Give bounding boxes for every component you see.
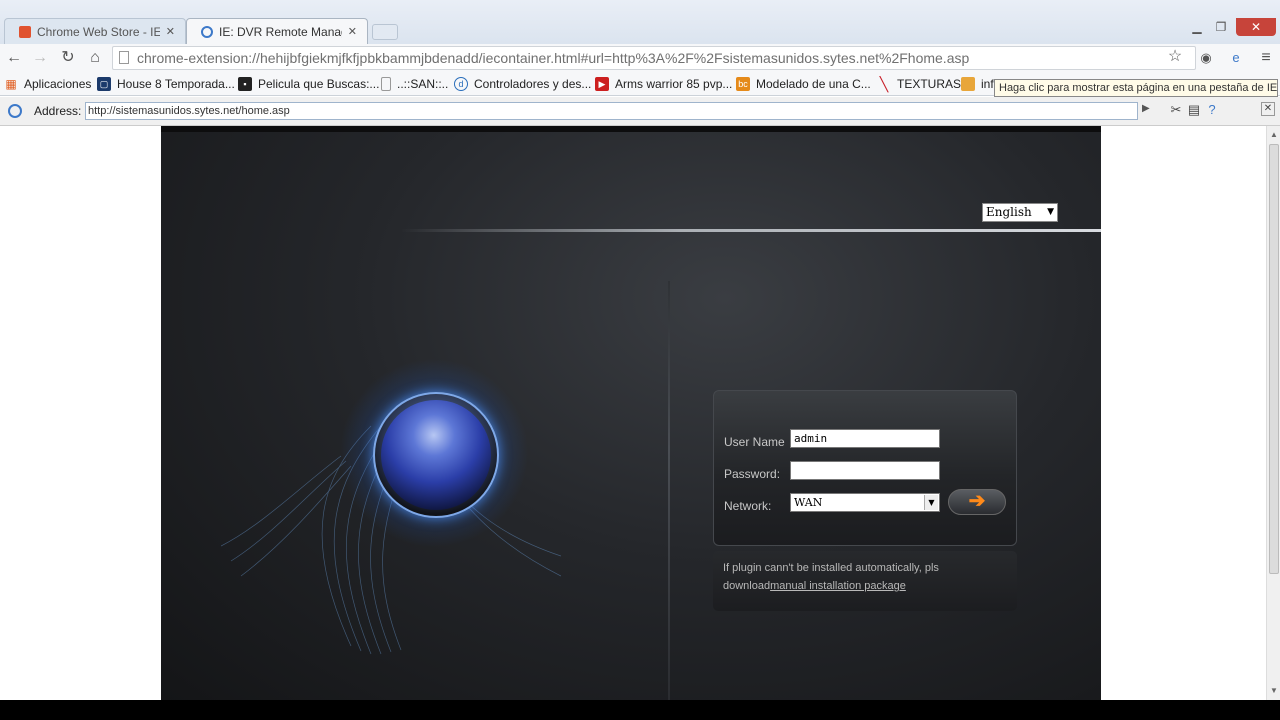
back-arrow-icon[interactable]: ←	[4, 48, 24, 68]
tv-icon: ▢	[97, 77, 111, 91]
network-value: WAN	[794, 496, 823, 509]
browser-toolbar: ← → ↻ ⌂ chrome-extension://hehijbfgiekmj…	[0, 44, 1280, 72]
reload-icon[interactable]: ↻	[58, 48, 78, 68]
login-form: User Name Password: Network: WAN ▼ ➔	[713, 390, 1017, 546]
tab-label: IE: DVR Remote Managem	[219, 24, 342, 39]
tab-dvr-remote[interactable]: IE: DVR Remote Managem ✕	[186, 18, 368, 44]
divider-horizontal	[401, 229, 1101, 232]
scroll-down-icon[interactable]: ▼	[1270, 686, 1278, 695]
network-label: Network:	[724, 499, 772, 513]
bookmark-controladores[interactable]: d Controladores y des...	[454, 75, 591, 93]
bookmark-label: inf	[981, 77, 994, 91]
bookmark-label: Modelado de una C...	[756, 77, 871, 91]
star-icon[interactable]: ☆	[1165, 47, 1185, 67]
help-icon[interactable]: ?	[1204, 102, 1220, 118]
bookmark-label: Aplicaciones	[24, 77, 92, 91]
texturas-icon: ╲	[879, 75, 889, 92]
bottom-frame	[0, 700, 1280, 720]
close-ie-bar-icon[interactable]: ✕	[1261, 102, 1275, 116]
chevron-down-icon: ▼	[1047, 207, 1054, 217]
ie-icon	[8, 104, 22, 118]
film-icon: ▪	[238, 77, 252, 91]
menu-icon[interactable]: ≡	[1256, 48, 1276, 68]
ie-tab-icon[interactable]: e	[1226, 48, 1246, 68]
new-tab-button[interactable]	[372, 24, 398, 40]
plugin-notice-text: If plugin cann't be installed automatica…	[723, 559, 1013, 595]
bookmark-inf[interactable]: inf	[961, 75, 994, 93]
go-arrow-icon[interactable]: ▶	[1142, 103, 1150, 114]
close-tab-icon[interactable]: ✕	[348, 25, 357, 38]
tab-label: Chrome Web Store - IE Tab	[37, 24, 160, 39]
network-select[interactable]: WAN ▼	[790, 493, 940, 512]
bookmark-label: House 8 Temporada...	[117, 77, 235, 91]
panel-top-border	[161, 126, 1101, 132]
password-input[interactable]	[790, 461, 940, 480]
settings-icon[interactable]: ▤	[1186, 102, 1202, 118]
close-window-button[interactable]: ✕	[1236, 18, 1276, 36]
scroll-up-icon[interactable]: ▲	[1270, 130, 1278, 139]
vertical-scrollbar[interactable]: ▲ ▼	[1266, 126, 1280, 700]
bookmark-house[interactable]: ▢ House 8 Temporada...	[97, 75, 235, 93]
language-value: English	[986, 205, 1032, 219]
bookmark-label: Arms warrior 85 pvp...	[615, 77, 733, 91]
youtube-icon: ▶	[595, 77, 609, 91]
address-label: Address:	[34, 104, 82, 118]
extension-icon[interactable]: ◉	[1196, 48, 1216, 68]
tab-chrome-web-store[interactable]: Chrome Web Store - IE Tab ✕	[4, 18, 186, 44]
browser-window: Chrome Web Store - IE Tab ✕ IE: DVR Remo…	[0, 0, 1280, 720]
close-tab-icon[interactable]: ✕	[166, 25, 175, 38]
bookmark-aplicaciones[interactable]: ▦ Aplicaciones	[4, 75, 91, 93]
ie-address-bar: Address: ▶ ✂ ▤ ? ✕	[0, 97, 1280, 126]
home-icon[interactable]: ⌂	[85, 48, 105, 68]
page-icon	[119, 51, 129, 64]
chevron-down-icon: ▼	[924, 495, 938, 510]
page-content: English ▼ User Name admin Password: Netw…	[0, 126, 1266, 700]
plugin-notice: If plugin cann't be installed automatica…	[713, 551, 1017, 611]
chrome-store-icon	[19, 25, 31, 38]
password-label: Password:	[724, 467, 781, 481]
dell-icon: d	[454, 77, 468, 91]
divider-vertical	[668, 281, 670, 700]
forward-arrow-icon[interactable]: →	[30, 48, 50, 68]
dvr-login-panel: English ▼ User Name admin Password: Netw…	[161, 126, 1101, 700]
arrow-right-icon: ➔	[968, 490, 986, 512]
bookmark-label: TEXTURAS	[897, 77, 962, 91]
bookmark-san[interactable]: ..::SAN::..	[381, 75, 448, 93]
tab-strip: Chrome Web Store - IE Tab ✕ IE: DVR Remo…	[0, 0, 1280, 44]
maximize-button[interactable]: ❐	[1210, 18, 1232, 36]
tooltip: Haga clic para mostrar esta página en un…	[994, 79, 1278, 97]
bookmark-label: ..::SAN::..	[397, 77, 449, 91]
minimize-button[interactable]: ▁	[1186, 18, 1208, 36]
omnibox[interactable]: chrome-extension://hehijbfgiekmjfkfjpbkb…	[112, 46, 1196, 70]
bc-icon: bc	[736, 77, 750, 91]
bookmark-label: Controladores y des...	[474, 77, 592, 91]
username-input[interactable]	[790, 429, 940, 448]
page-icon	[381, 77, 391, 91]
bookmark-arms-warrior[interactable]: ▶ Arms warrior 85 pvp...	[595, 75, 732, 93]
language-select[interactable]: English ▼	[982, 203, 1058, 222]
camera-lens-icon	[381, 400, 491, 510]
ie-icon	[201, 25, 213, 38]
bookmark-label: Pelicula que Buscas:...	[258, 77, 380, 91]
username-label: User Name	[724, 435, 785, 449]
manual-install-link[interactable]: manual installation package	[770, 580, 906, 592]
bookmark-texturas[interactable]: ╲ TEXTURAS	[877, 75, 961, 93]
apps-grid-icon: ▦	[5, 77, 17, 91]
ie-address-input[interactable]	[85, 102, 1138, 120]
bookmark-pelicula[interactable]: ▪ Pelicula que Buscas:...	[238, 75, 379, 93]
bookmark-modelado[interactable]: bc Modelado de una C...	[736, 75, 871, 93]
scroll-thumb[interactable]	[1269, 144, 1279, 574]
login-button[interactable]: ➔	[948, 489, 1006, 515]
folder-icon	[961, 77, 975, 91]
omnibox-url: chrome-extension://hehijbfgiekmjfkfjpbkb…	[137, 50, 970, 66]
tools-icon[interactable]: ✂	[1168, 102, 1184, 118]
